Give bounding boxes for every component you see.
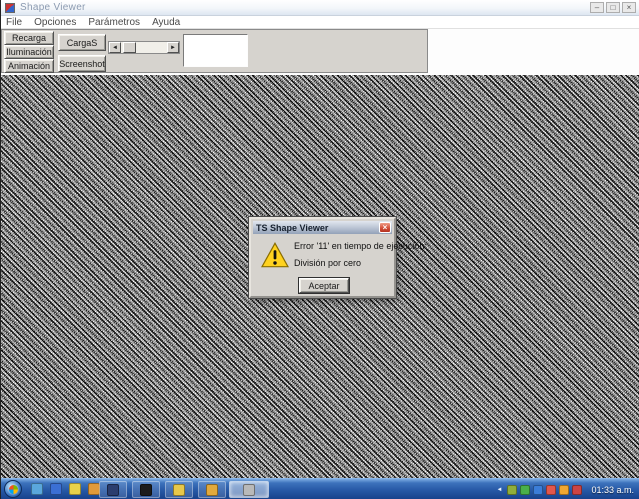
window-titlebar: Shape Viewer – □ × bbox=[1, 0, 639, 16]
application-window: Shape Viewer – □ × File Opciones Parámet… bbox=[0, 0, 639, 499]
menu-ayuda[interactable]: Ayuda bbox=[152, 17, 180, 28]
toolbar-panel: Recarga Iluminación Animación CargaS Scr… bbox=[1, 29, 428, 73]
windows-logo-icon bbox=[9, 485, 18, 494]
aceptar-button[interactable]: Aceptar bbox=[299, 278, 349, 293]
taskbar-app-1-icon bbox=[107, 484, 119, 496]
taskbar-app-2[interactable] bbox=[132, 481, 160, 498]
iluminacion-button[interactable]: Iluminación bbox=[4, 45, 54, 59]
menu-bar: File Opciones Parámetros Ayuda bbox=[1, 17, 639, 29]
toolbar-row: Recarga Iluminación Animación CargaS Scr… bbox=[1, 29, 639, 74]
screenshot-button[interactable]: Screenshot bbox=[58, 55, 106, 72]
scroll-right-icon[interactable]: ► bbox=[167, 42, 179, 53]
tray-icon-6[interactable] bbox=[572, 485, 582, 495]
dialog-title: TS Shape Viewer bbox=[256, 223, 328, 233]
close-icon[interactable]: × bbox=[622, 2, 636, 13]
taskbar-app-3[interactable] bbox=[165, 481, 193, 498]
animacion-button[interactable]: Animación bbox=[4, 59, 54, 73]
dialog-titlebar[interactable]: TS Shape Viewer × bbox=[253, 221, 392, 234]
dialog-close-icon[interactable]: × bbox=[379, 222, 391, 233]
window-controls: – □ × bbox=[590, 2, 636, 13]
menu-opciones[interactable]: Opciones bbox=[34, 17, 76, 28]
minimize-icon[interactable]: – bbox=[590, 2, 604, 13]
system-tray: ◄ 01:33 a.m. bbox=[495, 479, 638, 499]
quick-launch-1-icon[interactable] bbox=[31, 483, 43, 495]
error-message-line2: División por cero bbox=[294, 258, 361, 268]
app-icon bbox=[5, 3, 15, 13]
taskbar-app-1[interactable] bbox=[99, 481, 127, 498]
error-message-line1: Error '11' en tiempo de ejecución: bbox=[294, 241, 427, 251]
menu-file[interactable]: File bbox=[6, 17, 22, 28]
scrollbar-thumb[interactable] bbox=[123, 42, 136, 53]
taskbar: ◄ 01:33 a.m. bbox=[1, 478, 639, 499]
menu-parametros[interactable]: Parámetros bbox=[88, 17, 140, 28]
taskbar-app-3-icon bbox=[173, 484, 185, 496]
warning-icon bbox=[261, 242, 289, 268]
taskbar-app-active-icon bbox=[243, 484, 255, 496]
horizontal-scrollbar[interactable]: ◄ ► bbox=[108, 41, 180, 54]
cargas-button[interactable]: CargaS bbox=[58, 34, 106, 51]
error-dialog: TS Shape Viewer × Error '11' en tiempo d… bbox=[249, 217, 396, 298]
recarga-button[interactable]: Recarga bbox=[4, 31, 54, 45]
tray-icon-5[interactable] bbox=[559, 485, 569, 495]
tray-icon-4[interactable] bbox=[546, 485, 556, 495]
quick-launch bbox=[31, 483, 100, 495]
taskbar-app-4-icon bbox=[206, 484, 218, 496]
quick-launch-3-icon[interactable] bbox=[69, 483, 81, 495]
restore-icon[interactable]: □ bbox=[606, 2, 620, 13]
quick-launch-2-icon[interactable] bbox=[50, 483, 62, 495]
start-button[interactable] bbox=[4, 480, 22, 498]
tray-icon-1[interactable] bbox=[507, 485, 517, 495]
scroll-left-icon[interactable]: ◄ bbox=[109, 42, 121, 53]
window-title: Shape Viewer bbox=[20, 2, 86, 13]
taskbar-app-active[interactable] bbox=[229, 481, 269, 498]
tray-icon-3[interactable] bbox=[533, 485, 543, 495]
taskbar-app-4[interactable] bbox=[198, 481, 226, 498]
tray-expand-icon[interactable]: ◄ bbox=[495, 487, 505, 493]
taskbar-clock[interactable]: 01:33 a.m. bbox=[585, 485, 638, 495]
scrollbar-track[interactable] bbox=[121, 42, 167, 53]
preview-box bbox=[183, 34, 248, 67]
taskbar-app-2-icon bbox=[140, 484, 152, 496]
tray-icon-2[interactable] bbox=[520, 485, 530, 495]
